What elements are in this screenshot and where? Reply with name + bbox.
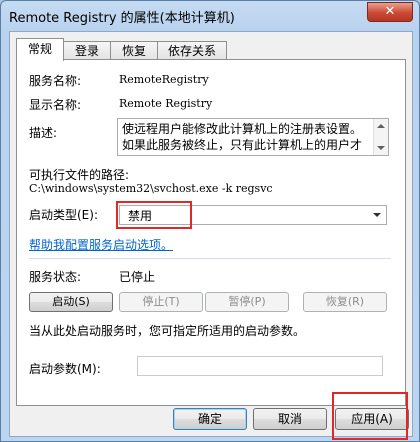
- cancel-button[interactable]: 取消: [253, 408, 327, 430]
- service-status-label: 服务状态:: [29, 270, 82, 284]
- description-box[interactable]: 使远程用户能修改此计算机上的注册表设置。如果此服务被终止，只有此计算机上的用户才: [117, 118, 389, 156]
- general-panel: 服务名称: RemoteRegistry 显示名称: Remote Regist…: [16, 59, 406, 406]
- display-name-label: 显示名称:: [29, 98, 82, 112]
- tab-dependencies[interactable]: 依存关系: [157, 41, 227, 60]
- scroll-up-icon[interactable]: [377, 124, 385, 128]
- tab-logon[interactable]: 登录: [63, 41, 111, 60]
- pause-button[interactable]: 暂停(P): [205, 292, 289, 312]
- properties-window: Remote Registry 的属性(本地计算机) ✕ 常规 登录 恢复 依存…: [0, 0, 420, 442]
- exe-path-value: C:\windows\system32\svchost.exe -k regsv…: [29, 182, 273, 195]
- description-label: 描述:: [29, 126, 58, 140]
- service-name-label: 服务名称:: [29, 74, 82, 88]
- resume-button[interactable]: 恢复(R): [303, 292, 387, 312]
- scroll-down-icon[interactable]: [377, 146, 385, 150]
- window-title: Remote Registry 的属性(本地计算机): [9, 11, 235, 26]
- close-button[interactable]: ✕: [367, 2, 413, 22]
- close-icon: ✕: [384, 4, 396, 19]
- service-name-value: RemoteRegistry: [119, 73, 209, 86]
- tab-recovery[interactable]: 恢复: [110, 41, 158, 60]
- startup-type-label: 启动类型(E):: [29, 208, 98, 222]
- display-name-value: Remote Registry: [119, 97, 213, 110]
- chevron-down-icon[interactable]: [373, 213, 381, 217]
- description-text: 使远程用户能修改此计算机上的注册表设置。如果此服务被终止，只有此计算机上的用户才: [122, 122, 363, 152]
- start-params-hint: 当从此处启动服务时，您可指定所适用的启动参数。: [29, 324, 306, 338]
- stop-button[interactable]: 停止(T): [119, 292, 203, 312]
- service-status-value: 已停止: [119, 270, 156, 284]
- help-link[interactable]: 帮助我配置服务启动选项。: [29, 236, 173, 253]
- exe-path-label: 可执行文件的路径:: [29, 168, 130, 182]
- dialog-client: 常规 登录 恢复 依存关系 服务名称: RemoteRegistry 显示名称:…: [9, 31, 413, 440]
- separator: [29, 258, 391, 259]
- title-bar[interactable]: Remote Registry 的属性(本地计算机) ✕: [1, 1, 419, 31]
- description-scrollbar[interactable]: [373, 119, 388, 155]
- annotation-highlight-apply: [332, 392, 408, 440]
- annotation-highlight-startup: [116, 201, 192, 229]
- ok-button[interactable]: 确定: [173, 408, 247, 430]
- start-params-label: 启动参数(M):: [29, 362, 101, 376]
- start-params-input[interactable]: [137, 356, 383, 376]
- tab-general[interactable]: 常规: [16, 38, 64, 61]
- start-button[interactable]: 启动(S): [29, 292, 113, 312]
